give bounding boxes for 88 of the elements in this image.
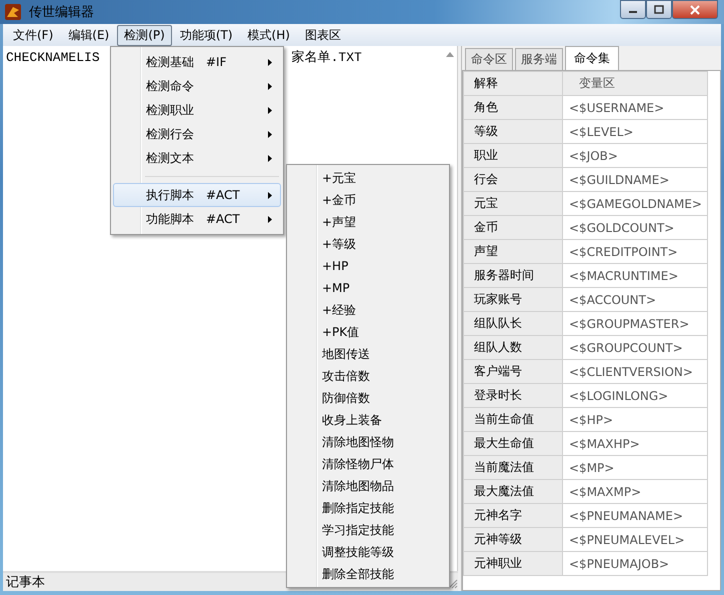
table-cell: <$MAXMP> (562, 480, 708, 504)
table-cell: 职业 (464, 144, 562, 168)
table-cell: 玩家账号 (464, 288, 562, 312)
table-cell: <$PNEUMANAME> (562, 504, 708, 528)
menu-item[interactable]: 图表区 (298, 24, 348, 46)
table-cell: <$PNEUMALEVEL> (562, 528, 708, 552)
table-cell: 最大魔法值 (464, 480, 562, 504)
table-cell: 元宝 (464, 192, 562, 216)
table-cell: 当前生命值 (464, 408, 562, 432)
menu-option[interactable]: 检测基础 #IF (113, 50, 281, 74)
menu-option[interactable]: +PK值 (289, 321, 447, 343)
menu-option[interactable]: 检测行会 (113, 122, 281, 146)
app-icon (5, 4, 21, 20)
maximize-button[interactable] (646, 0, 672, 19)
menu-option[interactable]: +声望 (289, 211, 447, 233)
menu-option[interactable]: 学习指定技能 (289, 519, 447, 541)
table-cell: 服务器时间 (464, 264, 562, 288)
menu-option[interactable]: 防御倍数 (289, 387, 447, 409)
table-cell: <$LEVEL> (562, 120, 708, 144)
maximize-icon (654, 5, 664, 14)
menu-option[interactable]: 清除怪物尸体 (289, 453, 447, 475)
window-title: 传世编辑器 (29, 4, 94, 21)
table-cell: 元神等级 (464, 528, 562, 552)
menu-option[interactable]: 删除指定技能 (289, 497, 447, 519)
editor-text: 家名单.TXT (292, 50, 362, 65)
menu-item[interactable]: 编辑(E) (61, 24, 116, 46)
menu-item[interactable]: 文件(F) (6, 24, 60, 46)
table-cell: <$JOB> (562, 144, 708, 168)
editor-text: CHECKNAMELIS (6, 50, 100, 65)
menu-option[interactable]: 调整技能等级 (289, 541, 447, 563)
table-cell: <$GOLDCOUNT> (562, 216, 708, 240)
menu-option[interactable]: 检测职业 (113, 98, 281, 122)
table-cell: <$GROUPCOUNT> (562, 336, 708, 360)
table-cell: <$CLIENTVERSION> (562, 360, 708, 384)
column-header: 解释 (464, 72, 562, 96)
scroll-up-icon[interactable] (446, 52, 454, 57)
menu-option[interactable]: +元宝 (289, 167, 447, 189)
menu-option[interactable]: +金币 (289, 189, 447, 211)
menu-option[interactable]: +HP (289, 255, 447, 277)
tab[interactable]: 命令集 (565, 46, 619, 70)
menu-item[interactable]: 检测(P) (117, 24, 172, 46)
menu-option[interactable]: 检测文本 (113, 146, 281, 170)
table-cell: <$ACCOUNT> (562, 288, 708, 312)
table-cell: 元神职业 (464, 552, 562, 576)
table-cell: <$HP> (562, 408, 708, 432)
status-text: 记事本 (6, 574, 45, 591)
minimize-button[interactable] (620, 0, 646, 19)
tab[interactable]: 命令区 (465, 48, 513, 70)
table-cell: 当前魔法值 (464, 456, 562, 480)
table-cell: 元神名字 (464, 504, 562, 528)
table-cell: <$GUILDNAME> (562, 168, 708, 192)
menu-option[interactable]: 清除地图物品 (289, 475, 447, 497)
menu-option[interactable]: +等级 (289, 233, 447, 255)
menu-option[interactable]: 功能脚本 #ACT (113, 207, 281, 231)
menu-option[interactable]: 地图传送 (289, 343, 447, 365)
tab[interactable]: 服务端 (515, 48, 563, 70)
menu-item[interactable]: 功能项(T) (172, 24, 240, 46)
table-cell: <$MACRUNTIME> (562, 264, 708, 288)
table-cell: 角色 (464, 96, 562, 120)
menu-option[interactable]: +MP (289, 277, 447, 299)
menu-option[interactable]: 攻击倍数 (289, 365, 447, 387)
menu-option[interactable]: +经验 (289, 299, 447, 321)
table-cell: <$GROUPMASTER> (562, 312, 708, 336)
table-cell: <$GAMEGOLDNAME> (562, 192, 708, 216)
table-cell: 登录时长 (464, 384, 562, 408)
menu-item[interactable]: 模式(H) (240, 24, 297, 46)
table-cell: 等级 (464, 120, 562, 144)
table-cell: <$MAXHP> (562, 432, 708, 456)
close-icon (689, 4, 701, 14)
table-cell: <$USERNAME> (562, 96, 708, 120)
column-header: 变量区 (562, 72, 708, 96)
table-cell: 组队队长 (464, 312, 562, 336)
table-cell: 组队人数 (464, 336, 562, 360)
close-button[interactable] (672, 0, 718, 19)
menu-option[interactable]: 收身上装备 (289, 409, 447, 431)
menu-option[interactable]: 清除地图怪物 (289, 431, 447, 453)
table-cell: 最大生命值 (464, 432, 562, 456)
table-cell: 客户端号 (464, 360, 562, 384)
table-cell: <$LOGINLONG> (562, 384, 708, 408)
table-cell: 声望 (464, 240, 562, 264)
table-cell: 行会 (464, 168, 562, 192)
resize-grip-icon[interactable] (448, 579, 458, 589)
table-cell: 金币 (464, 216, 562, 240)
table-cell: <$MP> (562, 456, 708, 480)
table-cell: <$PNEUMAJOB> (562, 552, 708, 576)
table-cell: <$CREDITPOINT> (562, 240, 708, 264)
menu-option[interactable]: 检测命令 (113, 74, 281, 98)
menu-option[interactable]: 执行脚本 #ACT (113, 183, 281, 207)
